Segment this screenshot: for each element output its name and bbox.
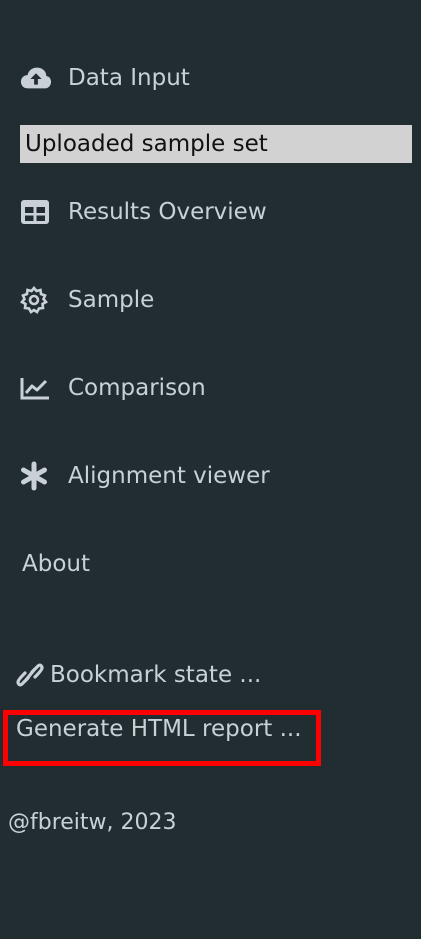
sidebar-item-label: Data Input [68, 65, 190, 91]
asterisk-icon [20, 460, 52, 492]
sidebar-item-data-input[interactable]: Data Input [20, 58, 190, 98]
sidebar-item-label: Sample [68, 287, 155, 313]
sidebar-item-comparison[interactable]: Comparison [20, 368, 206, 408]
sidebar-item-alignment-viewer[interactable]: Alignment viewer [20, 456, 270, 496]
highlight-box [3, 710, 321, 766]
cloud-upload-icon [20, 62, 52, 94]
chart-line-icon [20, 372, 52, 404]
gear-icon [20, 284, 52, 316]
sidebar-item-results-overview[interactable]: Results Overview [20, 192, 267, 232]
link-icon [16, 660, 44, 690]
sidebar-item-label: Alignment viewer [68, 463, 270, 489]
sidebar-item-label: Results Overview [68, 199, 267, 225]
bookmark-label: Bookmark state ... [50, 662, 262, 688]
sidebar-item-about[interactable]: About [22, 544, 90, 584]
sidebar-item-sample[interactable]: Sample [20, 280, 154, 320]
data-input-value-field[interactable]: Uploaded sample set [20, 125, 412, 163]
footer-credit: @fbreitw, 2023 [8, 810, 177, 835]
sidebar-item-label: Comparison [68, 375, 206, 401]
bookmark-state-button[interactable]: Bookmark state ... [16, 660, 261, 690]
sidebar-item-label: About [22, 551, 91, 577]
table-icon [20, 196, 52, 228]
